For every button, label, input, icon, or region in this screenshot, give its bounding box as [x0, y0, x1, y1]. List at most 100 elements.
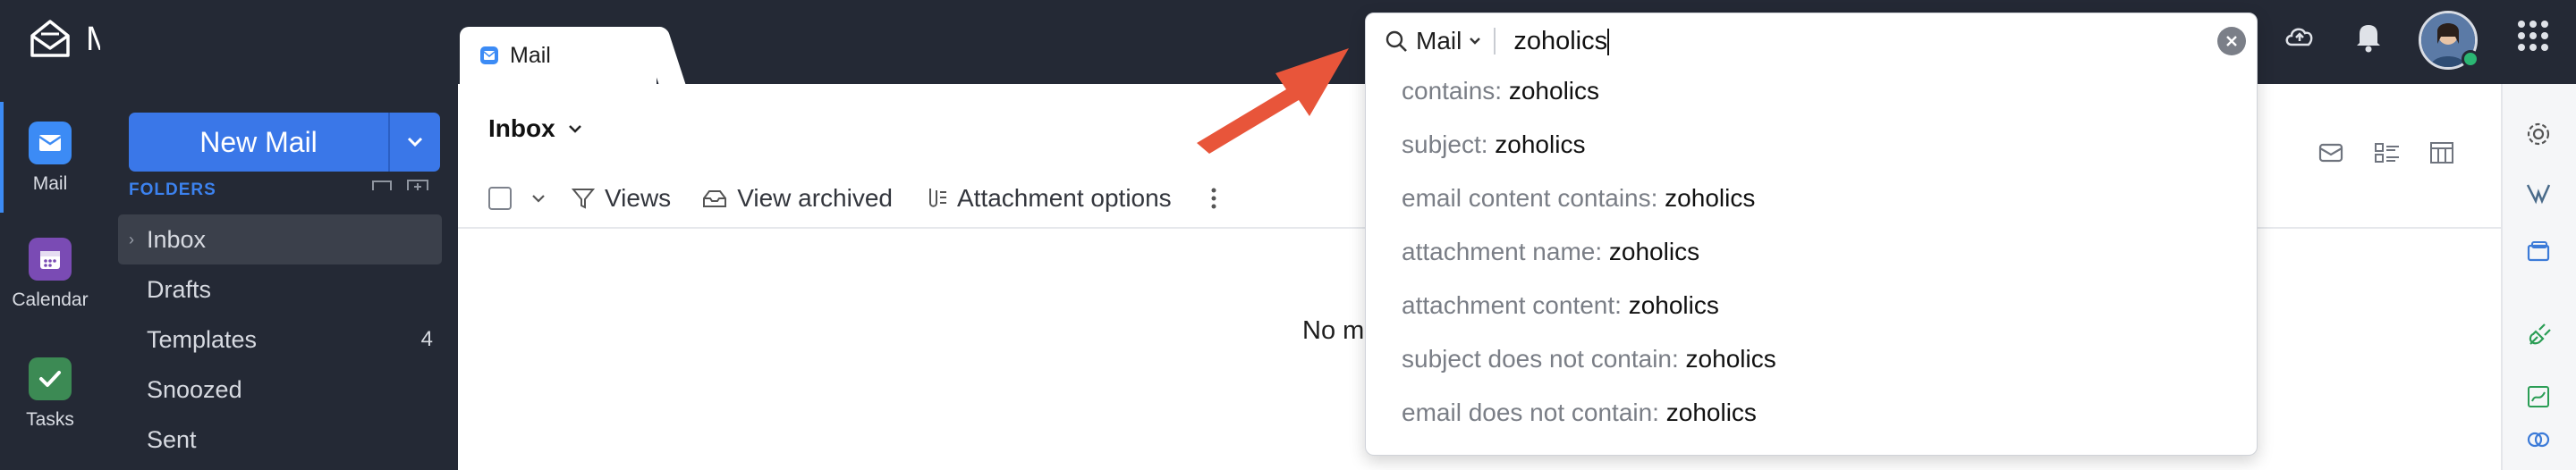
suggestion-key: attachment content: [1402, 291, 1622, 319]
search-suggestion[interactable]: subject: zoholics [1402, 130, 1585, 159]
suggestion-key: contains: [1402, 77, 1503, 105]
tasks-check-icon [29, 357, 72, 400]
chevron-down-icon [407, 137, 423, 147]
close-icon [2226, 36, 2237, 46]
folders-heading: FOLDERS [129, 180, 216, 199]
folder-item-sent[interactable]: Sent [118, 415, 442, 465]
archive-icon [703, 190, 727, 207]
online-status-dot [2462, 50, 2479, 68]
clear-search-button[interactable] [2217, 27, 2246, 55]
filter-icon [571, 189, 596, 209]
search-icon [1385, 30, 1407, 52]
folder-label: Snoozed [147, 375, 242, 403]
right-rail [2501, 84, 2576, 470]
folder-label: Inbox [147, 225, 207, 253]
suggestion-value: zoholics [1628, 291, 1719, 319]
folder-label: Drafts [147, 275, 212, 303]
tab-label: Mail [510, 42, 551, 68]
column-layout-icon[interactable] [2428, 139, 2458, 166]
app-grid-icon[interactable] [2515, 18, 2551, 54]
settings-gear-icon[interactable] [2521, 116, 2556, 152]
search-query: zoholics [1513, 26, 1608, 55]
search-suggestion[interactable]: contains: zoholics [1402, 77, 1599, 105]
views-button[interactable]: Views [571, 184, 671, 213]
annotation-arrow-icon [1197, 48, 1349, 154]
page-title: Inbox [488, 114, 555, 142]
search-scope-dropdown[interactable]: Mail [1384, 27, 1481, 55]
mail-logo-icon [30, 20, 70, 57]
mail-toolbar: Views View archived Attachment options [488, 184, 1218, 213]
folder-item-templates[interactable]: Templates 4 [118, 315, 442, 365]
rail-item-calendar[interactable]: Calendar [0, 238, 100, 311]
folder-count-badge: 4 [420, 327, 433, 351]
suggestion-key: subject does not contain: [1402, 345, 1679, 373]
select-options-chevron-icon[interactable] [531, 194, 546, 203]
card-wallet-icon[interactable] [2521, 234, 2556, 270]
rail-item-label: Mail [32, 173, 68, 194]
suggestion-key: attachment name: [1402, 238, 1603, 265]
link-icon[interactable] [2521, 422, 2556, 457]
select-all-checkbox[interactable] [488, 187, 512, 210]
view-options [2317, 139, 2458, 166]
rail-item-label: Calendar [12, 290, 89, 310]
search-suggestion[interactable]: attachment content: zoholics [1402, 291, 1719, 320]
mail-icon [29, 122, 72, 164]
tab-mail[interactable]: Mail [460, 27, 657, 84]
plugin-icon[interactable] [2521, 318, 2556, 354]
new-mail-button[interactable]: New Mail [129, 113, 388, 172]
folder-item-drafts[interactable]: Drafts [118, 264, 442, 315]
rail-item-mail[interactable]: Mail [0, 122, 100, 195]
calendar-icon [29, 238, 72, 281]
views-label: Views [605, 184, 672, 212]
folder-item-snoozed[interactable]: Snoozed [118, 365, 442, 415]
chevron-down-icon [568, 125, 581, 133]
search-suggestion[interactable]: attachment name: zoholics [1402, 238, 1699, 266]
search-suggestion[interactable]: subject does not contain: zoholics [1402, 345, 1776, 373]
attachment-icon [928, 189, 946, 207]
reading-pane-icon[interactable] [2317, 139, 2347, 166]
suggestion-value: zoholics [1665, 184, 1756, 212]
suggestion-key: email content contains: [1402, 184, 1658, 212]
notification-bell-icon[interactable] [2351, 18, 2386, 55]
new-mail-button-group: New Mail [129, 113, 440, 172]
search-suggestion[interactable]: email does not contain: zoholics [1402, 399, 1757, 427]
suggestion-key: email does not contain: [1402, 399, 1659, 426]
folder-settings-icon[interactable] [370, 179, 394, 191]
text-cursor [1607, 28, 1610, 55]
folder-pane: New Mail FOLDERS › Inbox Drafts Template… [100, 0, 458, 470]
search-suggestion[interactable]: email content contains: zoholics [1402, 184, 1755, 213]
view-archived-label: View archived [737, 184, 893, 212]
app-rail: Mail Mail Calendar Tasks [0, 0, 148, 470]
chevron-right-icon[interactable]: › [129, 231, 134, 249]
rail-item-tasks[interactable]: Tasks [0, 357, 100, 431]
zia-icon[interactable] [2521, 175, 2556, 211]
suggestion-value: zoholics [1608, 238, 1700, 265]
search-scope-label: Mail [1416, 27, 1462, 55]
suggestion-key: subject: [1402, 130, 1488, 158]
search-dropdown: Mail zoholics contains: zoholics subject… [1365, 13, 2258, 456]
more-options-icon[interactable] [1209, 186, 1218, 211]
chevron-down-icon [1470, 38, 1481, 45]
signature-icon[interactable] [2521, 379, 2556, 415]
suggestion-value: zoholics [1665, 399, 1757, 426]
suggestion-value: zoholics [1508, 77, 1600, 105]
list-view-icon[interactable] [2372, 139, 2402, 166]
cloud-upload-icon[interactable] [2281, 18, 2318, 55]
rail-item-label: Tasks [26, 409, 74, 430]
search-divider [1494, 28, 1496, 55]
mail-tab-icon [480, 46, 498, 64]
suggestion-value: zoholics [1685, 345, 1776, 373]
attachment-options-label: Attachment options [956, 184, 1172, 212]
folders-header-actions [370, 179, 429, 191]
new-mail-dropdown-button[interactable] [388, 113, 440, 172]
search-input[interactable]: zoholics [1513, 27, 2193, 56]
folder-label: Templates [147, 325, 258, 353]
view-archived-button[interactable]: View archived [701, 184, 893, 213]
suggestion-value: zoholics [1495, 130, 1586, 158]
folder-title-dropdown[interactable]: Inbox [488, 114, 582, 143]
empty-state-text: No m [1302, 316, 1365, 345]
folder-item-inbox[interactable]: › Inbox [118, 214, 442, 264]
folder-label: Sent [147, 425, 197, 453]
add-folder-icon[interactable] [406, 179, 429, 191]
attachment-options-button[interactable]: Attachment options [923, 184, 1172, 213]
